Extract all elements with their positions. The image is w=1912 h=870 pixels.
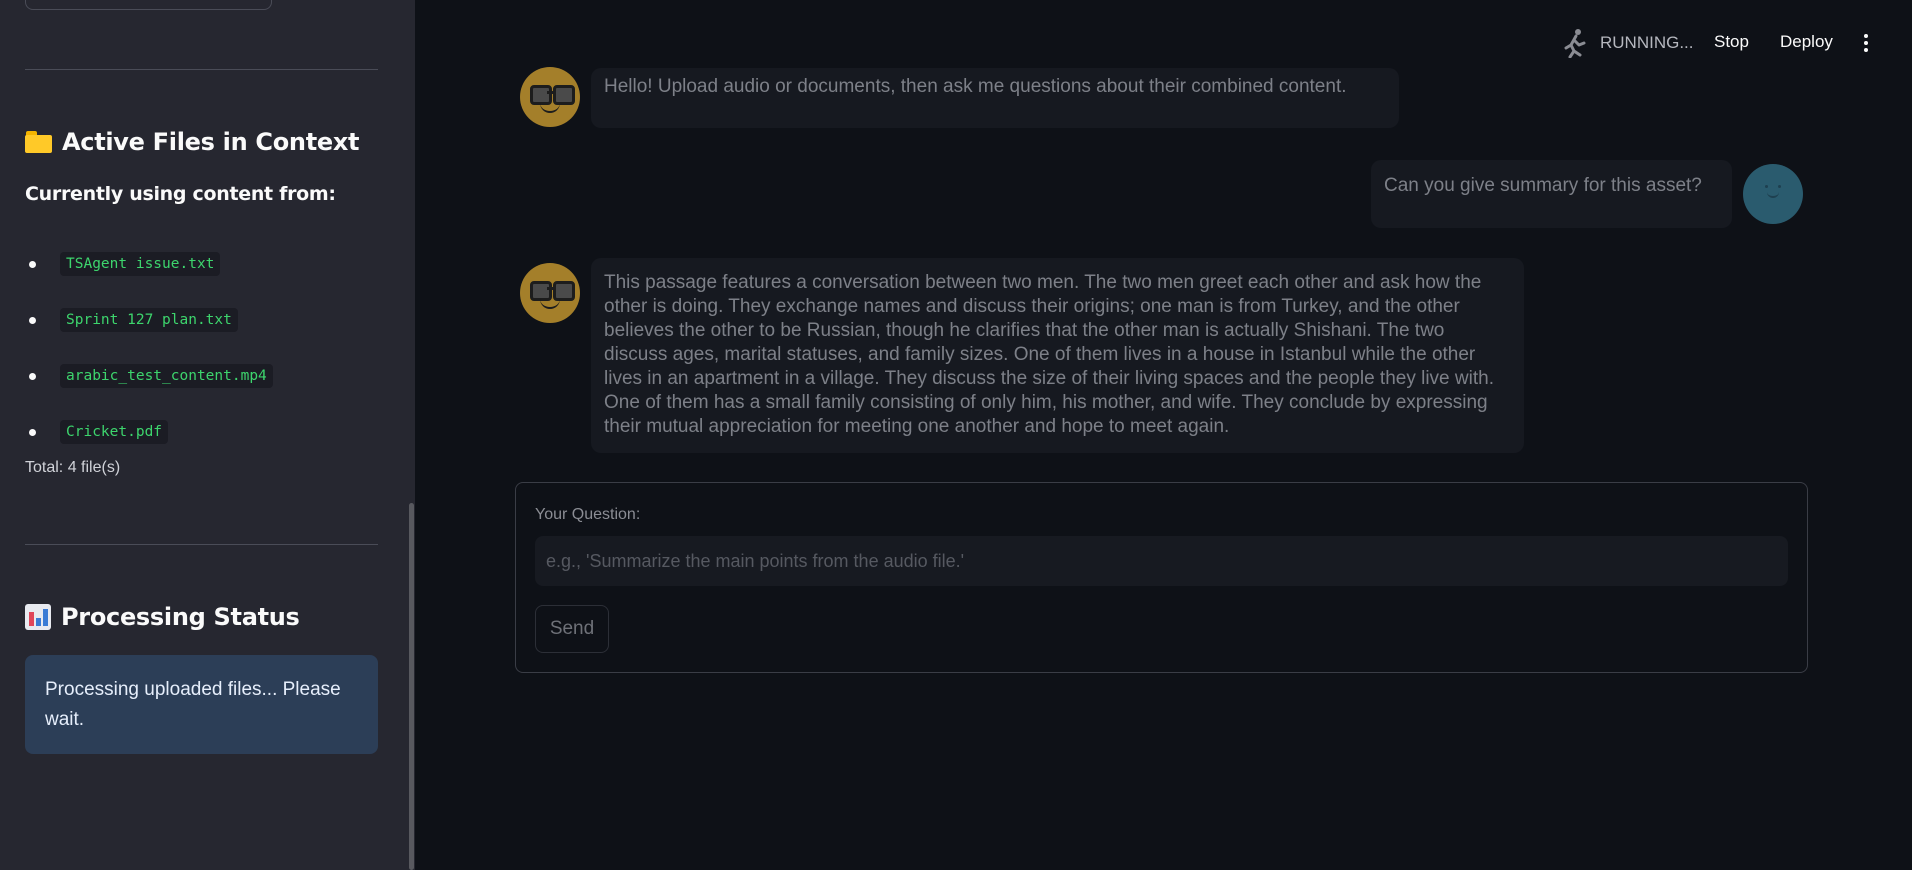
bullet [29, 260, 36, 268]
sidebar-top-widget[interactable] [25, 0, 272, 10]
processing-info-box: Processing uploaded files... Please wait… [25, 655, 378, 754]
file-list: TSAgent issue.txt Sprint 127 plan.txt ar… [25, 236, 273, 460]
assistant-avatar [520, 263, 580, 323]
question-input[interactable] [535, 536, 1788, 586]
user-avatar [1743, 164, 1803, 224]
active-files-heading: Active Files in Context [25, 128, 360, 156]
bullet [29, 316, 36, 324]
file-name: Cricket.pdf [60, 420, 169, 444]
running-status-text: RUNNING... [1600, 33, 1694, 52]
sidebar-divider [25, 69, 378, 70]
stop-button[interactable]: Stop [1714, 32, 1749, 52]
running-man-icon [1562, 28, 1588, 59]
sidebar: Active Files in Context Currently using … [0, 0, 415, 870]
file-item: Sprint 127 plan.txt [25, 292, 273, 348]
deploy-button[interactable]: Deploy [1780, 32, 1833, 52]
file-name: Sprint 127 plan.txt [60, 308, 238, 332]
question-form: Your Question: Send [515, 482, 1808, 673]
sidebar-divider [25, 544, 378, 545]
file-item: TSAgent issue.txt [25, 236, 273, 292]
bullet [29, 372, 36, 380]
processing-status-heading: Processing Status [25, 603, 300, 631]
total-files-count: Total: 4 file(s) [25, 459, 121, 476]
assistant-avatar [520, 67, 580, 127]
file-item: Cricket.pdf [25, 404, 273, 460]
top-toolbar: RUNNING... Stop Deploy [1492, 0, 1912, 84]
bar-chart-icon [25, 604, 51, 630]
file-name: TSAgent issue.txt [60, 252, 221, 276]
send-button[interactable]: Send [535, 605, 609, 653]
folder-icon [25, 131, 52, 153]
main-menu-icon[interactable] [1864, 34, 1868, 55]
bullet [29, 428, 36, 436]
running-status: RUNNING... [1562, 28, 1694, 59]
sidebar-scrollbar[interactable] [409, 503, 414, 870]
question-label: Your Question: [535, 506, 641, 523]
active-files-heading-text: Active Files in Context [62, 128, 360, 156]
assistant-message: Hello! Upload audio or documents, then a… [591, 68, 1399, 128]
file-name: arabic_test_content.mp4 [60, 364, 273, 388]
file-item: arabic_test_content.mp4 [25, 348, 273, 404]
user-message: Can you give summary for this asset? [1371, 160, 1732, 228]
processing-status-heading-text: Processing Status [61, 603, 300, 631]
assistant-message: This passage features a conversation bet… [591, 258, 1524, 453]
currently-using-label: Currently using content from: [25, 183, 336, 205]
